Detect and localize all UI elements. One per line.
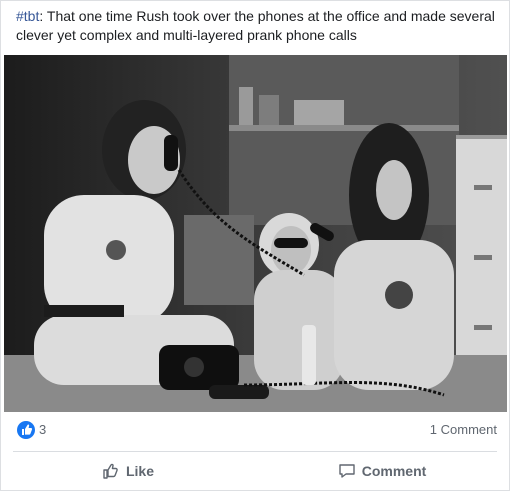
post-actions: Like Comment bbox=[13, 452, 497, 490]
like-count[interactable]: 3 bbox=[39, 422, 46, 437]
post-stats: 3 1 Comment bbox=[13, 418, 497, 442]
like-button[interactable]: Like bbox=[13, 454, 243, 488]
post-photo[interactable] bbox=[4, 55, 507, 412]
like-label: Like bbox=[125, 463, 154, 479]
photo-image bbox=[4, 55, 507, 412]
caption-text: : That one time Rush took over the phone… bbox=[16, 8, 495, 43]
comment-label: Comment bbox=[361, 463, 427, 479]
thumbs-up-outline-icon bbox=[102, 462, 120, 480]
comment-button[interactable]: Comment bbox=[267, 454, 497, 488]
facebook-post: #tbt: That one time Rush took over the p… bbox=[0, 0, 510, 491]
thumbs-up-icon[interactable] bbox=[17, 421, 35, 439]
comment-count-link[interactable]: 1 Comment bbox=[430, 422, 497, 437]
post-caption: #tbt: That one time Rush took over the p… bbox=[16, 7, 496, 45]
hashtag-link[interactable]: #tbt bbox=[16, 8, 39, 24]
comment-icon bbox=[338, 462, 356, 480]
